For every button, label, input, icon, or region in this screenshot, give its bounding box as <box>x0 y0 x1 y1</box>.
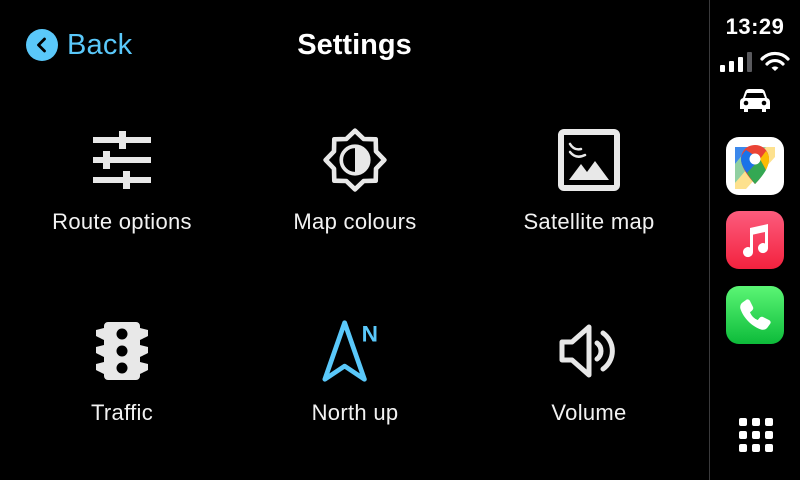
north-arrow-icon: N <box>322 318 388 384</box>
picture-icon <box>556 127 622 193</box>
tile-label: Satellite map <box>523 209 655 234</box>
brightness-icon <box>322 127 388 193</box>
tile-label: Route options <box>52 209 192 234</box>
speaker-icon <box>556 318 622 384</box>
music-icon <box>743 224 769 258</box>
phone-app[interactable] <box>726 286 784 344</box>
phone-icon <box>740 299 771 330</box>
music-app[interactable] <box>726 211 784 269</box>
map-colours-tile[interactable]: Map colours <box>240 127 470 287</box>
tile-label: North up <box>311 400 399 425</box>
svg-text:N: N <box>362 322 378 347</box>
google-maps-app[interactable] <box>726 137 784 195</box>
google-maps-icon <box>735 145 775 189</box>
volume-tile[interactable]: Volume <box>474 318 704 478</box>
traffic-tile[interactable]: Traffic <box>7 318 237 478</box>
satellite-map-tile[interactable]: Satellite map <box>474 127 704 287</box>
tile-label: Traffic <box>91 400 153 425</box>
app-grid-button[interactable] <box>739 418 773 452</box>
route-options-tile[interactable]: Route options <box>7 127 237 287</box>
settings-panel: Back Settings Route options Map colours … <box>0 0 709 480</box>
traffic-light-icon <box>89 318 155 384</box>
page-title: Settings <box>297 29 412 61</box>
cellular-signal-icon <box>720 50 752 72</box>
north-up-tile[interactable]: N North up <box>240 318 470 478</box>
grid-icon <box>739 418 773 452</box>
carplay-screen: Back Settings Route options Map colours … <box>0 0 800 480</box>
car-icon <box>739 88 771 119</box>
sliders-icon <box>89 127 155 193</box>
dock: 13:29 <box>710 0 800 480</box>
tile-label: Volume <box>551 400 627 425</box>
clock: 13:29 <box>725 14 785 39</box>
tile-label: Map colours <box>293 209 417 234</box>
wifi-icon <box>760 51 790 78</box>
